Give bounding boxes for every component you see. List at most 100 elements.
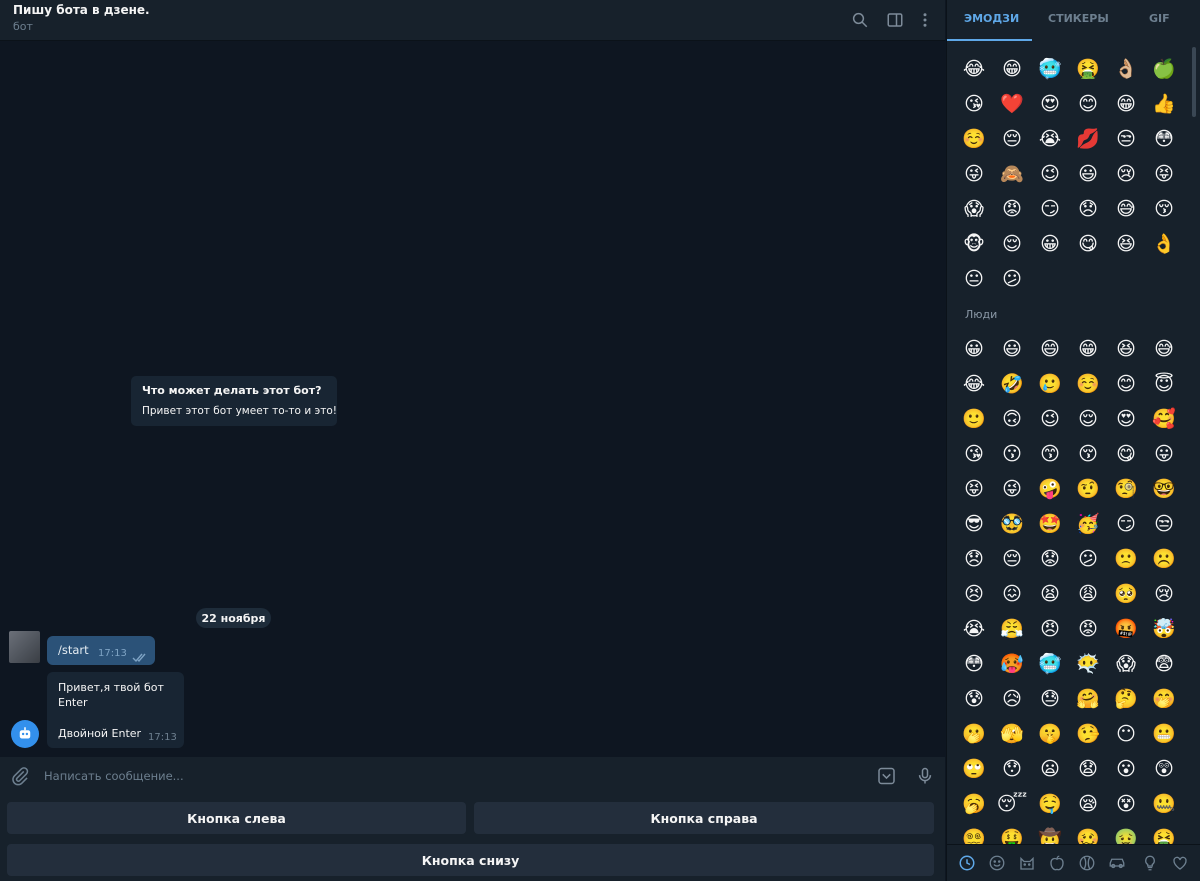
emoji-item[interactable]: 😞	[955, 542, 993, 577]
emoji-item[interactable]: 😀	[955, 332, 993, 367]
emoji-item[interactable]: 😚	[1145, 192, 1183, 227]
emoji-item[interactable]: 😡	[1069, 612, 1107, 647]
emoji-item[interactable]: 😖	[993, 577, 1031, 612]
scrollbar[interactable]	[1192, 47, 1196, 117]
emoji-item[interactable]: 😓	[1031, 682, 1069, 717]
emoji-item[interactable]: 😴	[993, 787, 1031, 822]
emoji-item[interactable]: 🙄	[955, 752, 993, 787]
emoji-item[interactable]: 😤	[993, 612, 1031, 647]
emoji-item[interactable]: 😋	[1069, 227, 1107, 262]
emoji-item[interactable]: 😶‍🌫️	[1069, 647, 1107, 682]
emoji-item[interactable]: 😩	[1069, 577, 1107, 612]
emoji-item[interactable]: 🤤	[1031, 787, 1069, 822]
message-list[interactable]: Что может делать этот бот? Привет этот б…	[0, 41, 945, 757]
emoji-item[interactable]: 🤥	[1069, 717, 1107, 752]
emoji-item[interactable]: 🫣	[993, 717, 1031, 752]
emoji-item[interactable]: 👌🏼	[1107, 52, 1145, 87]
emoji-item[interactable]: 😯	[993, 752, 1031, 787]
emoji-item[interactable]: 😳	[1145, 122, 1183, 157]
emoji-item[interactable]: 🥳	[1069, 507, 1107, 542]
microphone-icon[interactable]	[915, 765, 935, 787]
search-icon[interactable]	[849, 9, 871, 31]
emoji-scroll-area[interactable]: 😂 😁 🥶 🤮 👌🏼 🍏 😘 ❤️ 😍 😊 😁 👍 ☺️ 😔 😭 💋 😒 😳 😜 🙈 😉 😃 😢 😝 😱 😡 😏 😞 😅 😚 🐵 😌 😀 😋 😆 👌 😐…	[947, 44, 1200, 844]
emoji-item[interactable]: 😕	[1069, 542, 1107, 577]
outgoing-message[interactable]: /start 17:13	[47, 636, 155, 665]
emoji-item[interactable]: 😫	[1031, 577, 1069, 612]
emoji-item[interactable]: 😘	[955, 437, 993, 472]
emoji-item[interactable]: 😂	[955, 52, 993, 87]
emoji-item[interactable]: 🥴	[1069, 822, 1107, 845]
emoji-item[interactable]: 😉	[1031, 157, 1069, 192]
emoji-item[interactable]: 😠	[1031, 612, 1069, 647]
emoji-item[interactable]: 😨	[1145, 647, 1183, 682]
cat-icon[interactable]	[1017, 853, 1037, 873]
emoji-item[interactable]: 😮	[1107, 752, 1145, 787]
emoji-item[interactable]: 😁	[1069, 332, 1107, 367]
emoji-item[interactable]: 🍏	[1145, 52, 1183, 87]
emoji-item[interactable]: 🥶	[1031, 52, 1069, 87]
emoji-item[interactable]: 😄	[1031, 332, 1069, 367]
emoji-item[interactable]: 🥱	[955, 787, 993, 822]
emoji-item[interactable]: 🤓	[1145, 472, 1183, 507]
emoji-item[interactable]: 😅	[1107, 192, 1145, 227]
emoji-item[interactable]: 🤮	[1069, 52, 1107, 87]
emoji-item[interactable]: 😋	[1107, 437, 1145, 472]
emoji-item[interactable]: 😣	[955, 577, 993, 612]
emoji-item[interactable]: 😂	[955, 367, 993, 402]
chat-header[interactable]: Пишу бота в дзене. бот	[0, 0, 945, 41]
clock-icon[interactable]	[957, 853, 977, 873]
message-input[interactable]	[44, 766, 844, 786]
emoji-item[interactable]: 😬	[1145, 717, 1183, 752]
emoji-item[interactable]: 😲	[1145, 752, 1183, 787]
emoji-item[interactable]: 😀	[1031, 227, 1069, 262]
emoji-item[interactable]: 🤫	[1031, 717, 1069, 752]
user-avatar[interactable]	[9, 631, 40, 663]
emoji-item[interactable]: 😊	[1069, 87, 1107, 122]
emoji-item[interactable]: 😦	[1031, 752, 1069, 787]
emoji-item[interactable]: 😗	[993, 437, 1031, 472]
emoji-item[interactable]: 🤭	[1145, 682, 1183, 717]
emoji-item[interactable]: 🥶	[1031, 647, 1069, 682]
emoji-item[interactable]: 😅	[1145, 332, 1183, 367]
ball-icon[interactable]	[1077, 853, 1097, 873]
emoji-item[interactable]: 😆	[1107, 332, 1145, 367]
emoji-item[interactable]: 👌	[1145, 227, 1183, 262]
emoji-item[interactable]: ☺️	[955, 122, 993, 157]
emoji-item[interactable]: 😁	[1107, 87, 1145, 122]
emoji-item[interactable]: 😌	[993, 227, 1031, 262]
apple-icon[interactable]	[1047, 853, 1067, 873]
heart-icon[interactable]	[1170, 853, 1190, 873]
emoji-item[interactable]: 🫢	[955, 717, 993, 752]
emoji-item[interactable]: 😞	[1069, 192, 1107, 227]
emoji-item[interactable]: 😱	[1107, 647, 1145, 682]
emoji-item[interactable]: 😝	[955, 472, 993, 507]
emoji-item[interactable]: 😝	[1145, 157, 1183, 192]
emoji-item[interactable]: 🥵	[993, 647, 1031, 682]
emoji-item[interactable]: 😐	[955, 262, 993, 297]
emoji-item[interactable]: 😧	[1069, 752, 1107, 787]
emoji-item[interactable]: 😵‍💫	[955, 822, 993, 845]
chat-title[interactable]: Пишу бота в дзене.	[13, 3, 150, 17]
emoji-item[interactable]: 🙁	[1107, 542, 1145, 577]
emoji-item[interactable]: 😎	[955, 507, 993, 542]
emoji-item[interactable]: 😍	[1031, 87, 1069, 122]
emoji-item[interactable]: 🤮	[1145, 822, 1183, 845]
emoji-item[interactable]: 😡	[993, 192, 1031, 227]
keyboard-button-right[interactable]: Кнопка справа	[474, 802, 934, 834]
emoji-item[interactable]: 😚	[1069, 437, 1107, 472]
emoji-item[interactable]: ❤️	[993, 87, 1031, 122]
emoji-item[interactable]: 🧐	[1107, 472, 1145, 507]
emoji-item[interactable]: 😔	[993, 122, 1031, 157]
emoji-item[interactable]: 💋	[1069, 122, 1107, 157]
emoji-item[interactable]: 🤑	[993, 822, 1031, 845]
emoji-item[interactable]: 😛	[1145, 437, 1183, 472]
emoji-item[interactable]: 😟	[1031, 542, 1069, 577]
emoji-item[interactable]: 😜	[955, 157, 993, 192]
emoji-item[interactable]: 😔	[993, 542, 1031, 577]
emoji-item[interactable]: 😏	[1107, 507, 1145, 542]
emoji-item[interactable]: 🤬	[1107, 612, 1145, 647]
emoji-item[interactable]: 😜	[993, 472, 1031, 507]
emoji-item[interactable]: 🥸	[993, 507, 1031, 542]
emoji-item[interactable]: 👍	[1145, 87, 1183, 122]
incoming-message[interactable]: Привет,я твой бот Enter Двойной Enter 17…	[47, 672, 184, 748]
